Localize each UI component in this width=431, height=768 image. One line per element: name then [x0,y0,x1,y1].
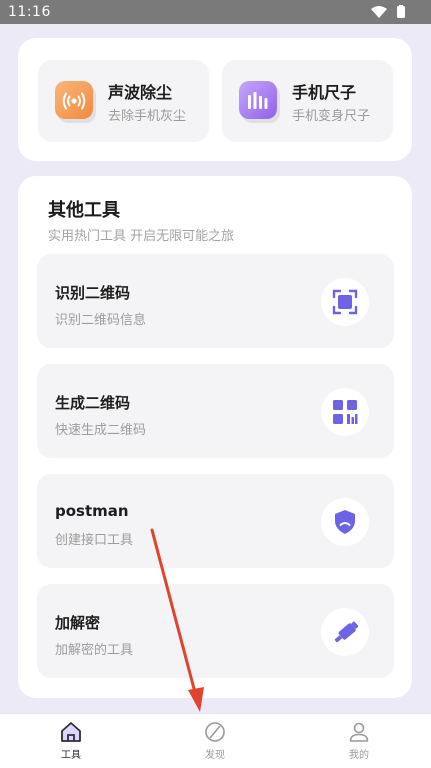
tab-label: 发现 [205,750,225,761]
tool-card-title: 声波除尘 [108,83,173,102]
home-icon [61,722,81,742]
bottom-tab-bar: 工具 发现 我的 [0,713,431,768]
tool-item-title: 生成二维码 [55,394,131,412]
wifi-icon [371,6,387,18]
tool-card-subtitle: 去除手机灰尘 [108,109,187,124]
tab-tools[interactable]: 工具 [31,720,111,766]
status-time: 11:16 [8,4,51,20]
compass-icon [205,722,225,742]
other-tools-card: 其他工具 实用热门工具 开启无限可能之旅 识别二维码 识别二维码信息 生成二维码… [18,176,412,698]
user-icon [349,722,369,742]
section-subtitle: 实用热门工具 开启无限可能之旅 [48,229,235,244]
tool-card-ruler[interactable]: 手机尺子 手机变身尺子 [222,60,393,142]
tab-label: 我的 [349,750,369,761]
ruler-icon [239,81,277,119]
top-tools-card: 声波除尘 去除手机灰尘 手机尺子 手机变身尺子 [18,38,412,161]
tool-item-scan-qr[interactable]: 识别二维码 识别二维码信息 [37,254,394,348]
tool-item-title: 识别二维码 [55,284,131,302]
tool-item-generate-qr[interactable]: 生成二维码 快速生成二维码 [37,364,394,458]
section-title: 其他工具 [48,200,120,221]
tool-item-encrypt[interactable]: 加解密 加解密的工具 [37,584,394,678]
tab-label: 工具 [61,750,81,761]
tool-item-subtitle: 创建接口工具 [55,533,134,548]
usb-key-icon [321,608,369,656]
tool-card-sound-dust[interactable]: 声波除尘 去除手机灰尘 [38,60,209,142]
tab-mine[interactable]: 我的 [319,720,399,766]
tool-item-subtitle: 加解密的工具 [55,643,134,658]
tab-discover[interactable]: 发现 [175,720,255,766]
status-icons [371,5,405,18]
shield-icon [321,498,369,546]
tool-item-title: postman [55,502,129,520]
tool-card-title: 手机尺子 [292,83,357,102]
tool-item-postman[interactable]: postman 创建接口工具 [37,474,394,568]
qr-code-icon [321,388,369,436]
scan-icon [321,278,369,326]
tool-item-subtitle: 快速生成二维码 [55,423,147,438]
status-bar: 11:16 [0,0,431,24]
tool-item-subtitle: 识别二维码信息 [55,313,147,328]
tool-card-subtitle: 手机变身尺子 [292,109,371,124]
battery-icon [397,6,405,18]
sound-wave-icon [55,81,93,119]
tool-item-title: 加解密 [55,614,101,632]
